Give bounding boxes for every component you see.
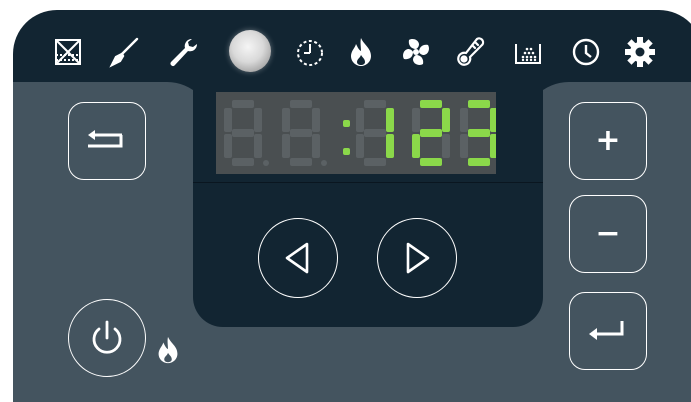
power-button[interactable] [68, 299, 146, 377]
digit-0-segment-e [224, 134, 232, 158]
digit-0-segment-b [254, 108, 262, 132]
digit-2-segment-a [364, 100, 386, 108]
digit-1-segment-f [282, 108, 290, 132]
digit-1-segment-d [290, 158, 312, 166]
digit-2-segment-g [364, 129, 386, 137]
water-bath-icon[interactable] [510, 34, 546, 70]
digit-0-segment-c [254, 134, 262, 158]
digit-0-segment-f [224, 108, 232, 132]
display-divider [193, 182, 543, 183]
right-arrow-button[interactable] [377, 218, 457, 298]
digit-4-segment-b [490, 108, 496, 132]
plus-label: + [595, 123, 621, 158]
plus-button[interactable]: + [569, 102, 647, 180]
back-button[interactable] [68, 102, 146, 180]
triangle-right-icon [406, 242, 430, 274]
minus-button[interactable]: − [569, 195, 647, 273]
digit-3-segment-g [420, 129, 442, 137]
digit-1-segment-g [290, 129, 312, 137]
left-arrow-button[interactable] [258, 218, 338, 298]
digit-0-segment-d [232, 158, 254, 166]
power-icon [92, 320, 122, 354]
display-digits [224, 100, 496, 166]
digit-2-segment-c [386, 134, 394, 158]
triangle-left-icon [285, 242, 309, 274]
digit-3-segment-b [442, 108, 450, 132]
digit-4-segment-f [460, 108, 468, 132]
digit-0-decimal-point [263, 160, 269, 166]
digit-0-segment-a [232, 100, 254, 108]
status-icon-bar [13, 10, 691, 82]
fan-icon[interactable] [398, 34, 434, 70]
control-panel: + − [13, 10, 691, 402]
digit-3-segment-e [412, 134, 420, 158]
flame-icon[interactable] [343, 34, 379, 70]
wrench-icon[interactable] [165, 34, 201, 70]
enter-arrow-icon [589, 321, 624, 340]
digit-0-segment-g [232, 129, 254, 137]
digit-3-segment-a [420, 100, 442, 108]
digit-2-segment-d [364, 158, 386, 166]
digit-3-segment-f [412, 108, 420, 132]
digit-2-segment-b [386, 108, 394, 132]
digit-1-segment-a [290, 100, 312, 108]
back-arrow-icon [88, 130, 123, 148]
digit-1-segment-e [282, 134, 290, 158]
digit-4-segment-d [468, 158, 490, 166]
seven-segment-display [216, 92, 496, 174]
clock-icon[interactable] [568, 34, 604, 70]
colon-dot-0 [343, 120, 350, 127]
gear-icon[interactable] [622, 34, 658, 70]
digit-1-segment-b [312, 108, 320, 132]
digit-2-segment-e [356, 134, 364, 158]
burner-flame-icon [152, 333, 184, 367]
enter-button[interactable] [569, 292, 647, 370]
digit-2-segment-f [356, 108, 364, 132]
digit-1-segment-c [312, 134, 320, 158]
digit-3-segment-d [420, 158, 442, 166]
digit-4-segment-e [460, 134, 468, 158]
digit-4-segment-c [490, 134, 496, 158]
timer-icon[interactable] [292, 34, 328, 70]
minus-label: − [595, 216, 621, 251]
colon-dot-1 [343, 148, 350, 155]
broom-icon[interactable] [106, 34, 142, 70]
indicator-lamp [229, 30, 271, 72]
digit-1-decimal-point [321, 160, 327, 166]
digit-4-segment-a [468, 100, 490, 108]
grid-crossed-icon[interactable] [50, 34, 86, 70]
digit-3-segment-c [442, 134, 450, 158]
thermometer-icon[interactable] [453, 34, 489, 70]
digit-4-segment-g [468, 129, 490, 137]
